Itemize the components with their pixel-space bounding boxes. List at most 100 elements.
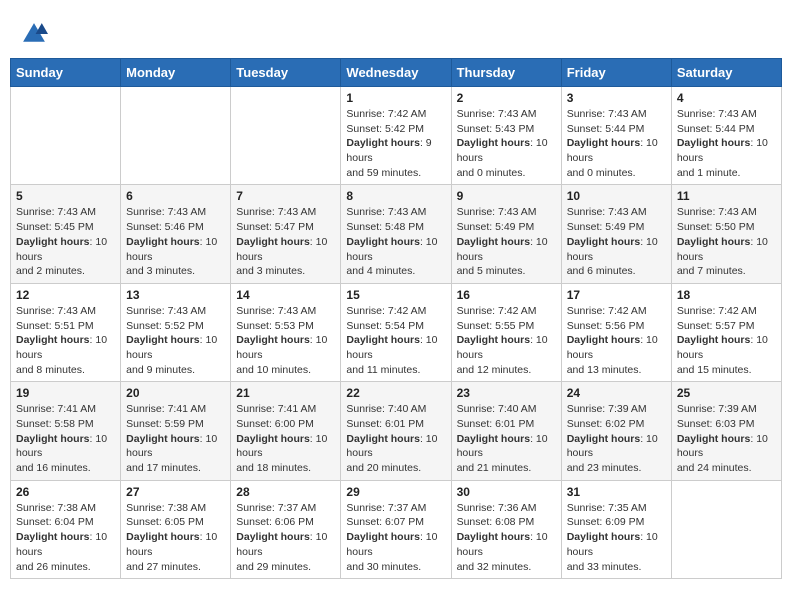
calendar-cell: 9 Sunrise: 7:43 AMSunset: 5:49 PMDaylight…: [451, 185, 561, 283]
calendar-cell: 2 Sunrise: 7:43 AMSunset: 5:43 PMDaylight…: [451, 87, 561, 185]
day-number: 15: [346, 288, 445, 302]
cell-content: Sunrise: 7:38 AMSunset: 6:04 PMDaylight …: [16, 501, 115, 574]
calendar-cell: [671, 480, 781, 578]
cell-content: Sunrise: 7:37 AMSunset: 6:07 PMDaylight …: [346, 501, 445, 574]
calendar-week-row: 19 Sunrise: 7:41 AMSunset: 5:58 PMDayligh…: [11, 382, 782, 480]
cell-content: Sunrise: 7:43 AMSunset: 5:44 PMDaylight …: [677, 107, 776, 180]
cell-content: Sunrise: 7:43 AMSunset: 5:43 PMDaylight …: [457, 107, 556, 180]
cell-content: Sunrise: 7:43 AMSunset: 5:49 PMDaylight …: [457, 205, 556, 278]
calendar-cell: 12 Sunrise: 7:43 AMSunset: 5:51 PMDayligh…: [11, 283, 121, 381]
cell-content: Sunrise: 7:43 AMSunset: 5:47 PMDaylight …: [236, 205, 335, 278]
calendar-cell: [231, 87, 341, 185]
calendar-cell: [121, 87, 231, 185]
day-number: 25: [677, 386, 776, 400]
calendar-cell: 28 Sunrise: 7:37 AMSunset: 6:06 PMDayligh…: [231, 480, 341, 578]
cell-content: Sunrise: 7:42 AMSunset: 5:55 PMDaylight …: [457, 304, 556, 377]
cell-content: Sunrise: 7:35 AMSunset: 6:09 PMDaylight …: [567, 501, 666, 574]
day-number: 1: [346, 91, 445, 105]
cell-content: Sunrise: 7:43 AMSunset: 5:48 PMDaylight …: [346, 205, 445, 278]
day-number: 11: [677, 189, 776, 203]
calendar-cell: 31Sunrise: 7:35 AMSunset: 6:09 PMDayligh…: [561, 480, 671, 578]
day-number: 30: [457, 485, 556, 499]
cell-content: Sunrise: 7:36 AMSunset: 6:08 PMDaylight …: [457, 501, 556, 574]
cell-content: Sunrise: 7:42 AMSunset: 5:42 PMDaylight …: [346, 107, 445, 180]
cell-content: Sunrise: 7:43 AMSunset: 5:52 PMDaylight …: [126, 304, 225, 377]
cell-content: Sunrise: 7:39 AMSunset: 6:02 PMDaylight …: [567, 402, 666, 475]
calendar-header-wednesday: Wednesday: [341, 59, 451, 87]
calendar-cell: 21Sunrise: 7:41 AMSunset: 6:00 PMDayligh…: [231, 382, 341, 480]
calendar-week-row: 5 Sunrise: 7:43 AMSunset: 5:45 PMDaylight…: [11, 185, 782, 283]
day-number: 10: [567, 189, 666, 203]
calendar-cell: 14 Sunrise: 7:43 AMSunset: 5:53 PMDayligh…: [231, 283, 341, 381]
calendar-header-thursday: Thursday: [451, 59, 561, 87]
calendar-cell: 6 Sunrise: 7:43 AMSunset: 5:46 PMDaylight…: [121, 185, 231, 283]
calendar-header-row: SundayMondayTuesdayWednesdayThursdayFrid…: [11, 59, 782, 87]
calendar-header-saturday: Saturday: [671, 59, 781, 87]
page-header: [10, 10, 782, 53]
day-number: 12: [16, 288, 115, 302]
calendar-cell: 30 Sunrise: 7:36 AMSunset: 6:08 PMDayligh…: [451, 480, 561, 578]
calendar-cell: 24 Sunrise: 7:39 AMSunset: 6:02 PMDayligh…: [561, 382, 671, 480]
calendar-cell: 4 Sunrise: 7:43 AMSunset: 5:44 PMDaylight…: [671, 87, 781, 185]
cell-content: Sunrise: 7:43 AMSunset: 5:45 PMDaylight …: [16, 205, 115, 278]
calendar-cell: 15 Sunrise: 7:42 AMSunset: 5:54 PMDayligh…: [341, 283, 451, 381]
cell-content: Sunrise: 7:43 AMSunset: 5:50 PMDaylight …: [677, 205, 776, 278]
day-number: 3: [567, 91, 666, 105]
calendar-cell: [11, 87, 121, 185]
day-number: 14: [236, 288, 335, 302]
cell-content: Sunrise: 7:43 AMSunset: 5:46 PMDaylight …: [126, 205, 225, 278]
calendar-cell: 16 Sunrise: 7:42 AMSunset: 5:55 PMDayligh…: [451, 283, 561, 381]
cell-content: Sunrise: 7:38 AMSunset: 6:05 PMDaylight …: [126, 501, 225, 574]
calendar-week-row: 1 Sunrise: 7:42 AMSunset: 5:42 PMDaylight…: [11, 87, 782, 185]
cell-content: Sunrise: 7:43 AMSunset: 5:44 PMDaylight …: [567, 107, 666, 180]
cell-content: Sunrise: 7:42 AMSunset: 5:57 PMDaylight …: [677, 304, 776, 377]
calendar-cell: 1 Sunrise: 7:42 AMSunset: 5:42 PMDaylight…: [341, 87, 451, 185]
calendar-header-tuesday: Tuesday: [231, 59, 341, 87]
day-number: 5: [16, 189, 115, 203]
cell-content: Sunrise: 7:42 AMSunset: 5:54 PMDaylight …: [346, 304, 445, 377]
day-number: 16: [457, 288, 556, 302]
day-number: 6: [126, 189, 225, 203]
cell-content: Sunrise: 7:41 AMSunset: 5:58 PMDaylight …: [16, 402, 115, 475]
day-number: 13: [126, 288, 225, 302]
calendar-cell: 18 Sunrise: 7:42 AMSunset: 5:57 PMDayligh…: [671, 283, 781, 381]
day-number: 18: [677, 288, 776, 302]
calendar-week-row: 26 Sunrise: 7:38 AMSunset: 6:04 PMDayligh…: [11, 480, 782, 578]
day-number: 26: [16, 485, 115, 499]
day-number: 2: [457, 91, 556, 105]
calendar-cell: 22 Sunrise: 7:40 AMSunset: 6:01 PMDayligh…: [341, 382, 451, 480]
calendar-header-friday: Friday: [561, 59, 671, 87]
day-number: 4: [677, 91, 776, 105]
cell-content: Sunrise: 7:43 AMSunset: 5:51 PMDaylight …: [16, 304, 115, 377]
day-number: 19: [16, 386, 115, 400]
calendar-week-row: 12 Sunrise: 7:43 AMSunset: 5:51 PMDayligh…: [11, 283, 782, 381]
calendar-cell: 23 Sunrise: 7:40 AMSunset: 6:01 PMDayligh…: [451, 382, 561, 480]
calendar-header-sunday: Sunday: [11, 59, 121, 87]
day-number: 23: [457, 386, 556, 400]
cell-content: Sunrise: 7:43 AMSunset: 5:49 PMDaylight …: [567, 205, 666, 278]
day-number: 24: [567, 386, 666, 400]
calendar-cell: 17Sunrise: 7:42 AMSunset: 5:56 PMDayligh…: [561, 283, 671, 381]
cell-content: Sunrise: 7:37 AMSunset: 6:06 PMDaylight …: [236, 501, 335, 574]
calendar-cell: 20Sunrise: 7:41 AMSunset: 5:59 PMDayligh…: [121, 382, 231, 480]
day-number: 20: [126, 386, 225, 400]
calendar-cell: 25Sunrise: 7:39 AMSunset: 6:03 PMDayligh…: [671, 382, 781, 480]
calendar-cell: 8Sunrise: 7:43 AMSunset: 5:48 PMDaylight…: [341, 185, 451, 283]
logo: [20, 20, 52, 48]
day-number: 7: [236, 189, 335, 203]
calendar-cell: 27 Sunrise: 7:38 AMSunset: 6:05 PMDayligh…: [121, 480, 231, 578]
calendar-cell: 3 Sunrise: 7:43 AMSunset: 5:44 PMDaylight…: [561, 87, 671, 185]
calendar-table: SundayMondayTuesdayWednesdayThursdayFrid…: [10, 58, 782, 579]
cell-content: Sunrise: 7:43 AMSunset: 5:53 PMDaylight …: [236, 304, 335, 377]
cell-content: Sunrise: 7:40 AMSunset: 6:01 PMDaylight …: [346, 402, 445, 475]
calendar-cell: 19 Sunrise: 7:41 AMSunset: 5:58 PMDayligh…: [11, 382, 121, 480]
day-number: 9: [457, 189, 556, 203]
calendar-cell: 13 Sunrise: 7:43 AMSunset: 5:52 PMDayligh…: [121, 283, 231, 381]
calendar-cell: 7 Sunrise: 7:43 AMSunset: 5:47 PMDaylight…: [231, 185, 341, 283]
cell-content: Sunrise: 7:40 AMSunset: 6:01 PMDaylight …: [457, 402, 556, 475]
cell-content: Sunrise: 7:41 AMSunset: 6:00 PMDaylight …: [236, 402, 335, 475]
day-number: 22: [346, 386, 445, 400]
day-number: 27: [126, 485, 225, 499]
day-number: 28: [236, 485, 335, 499]
calendar-cell: 10 Sunrise: 7:43 AMSunset: 5:49 PMDayligh…: [561, 185, 671, 283]
